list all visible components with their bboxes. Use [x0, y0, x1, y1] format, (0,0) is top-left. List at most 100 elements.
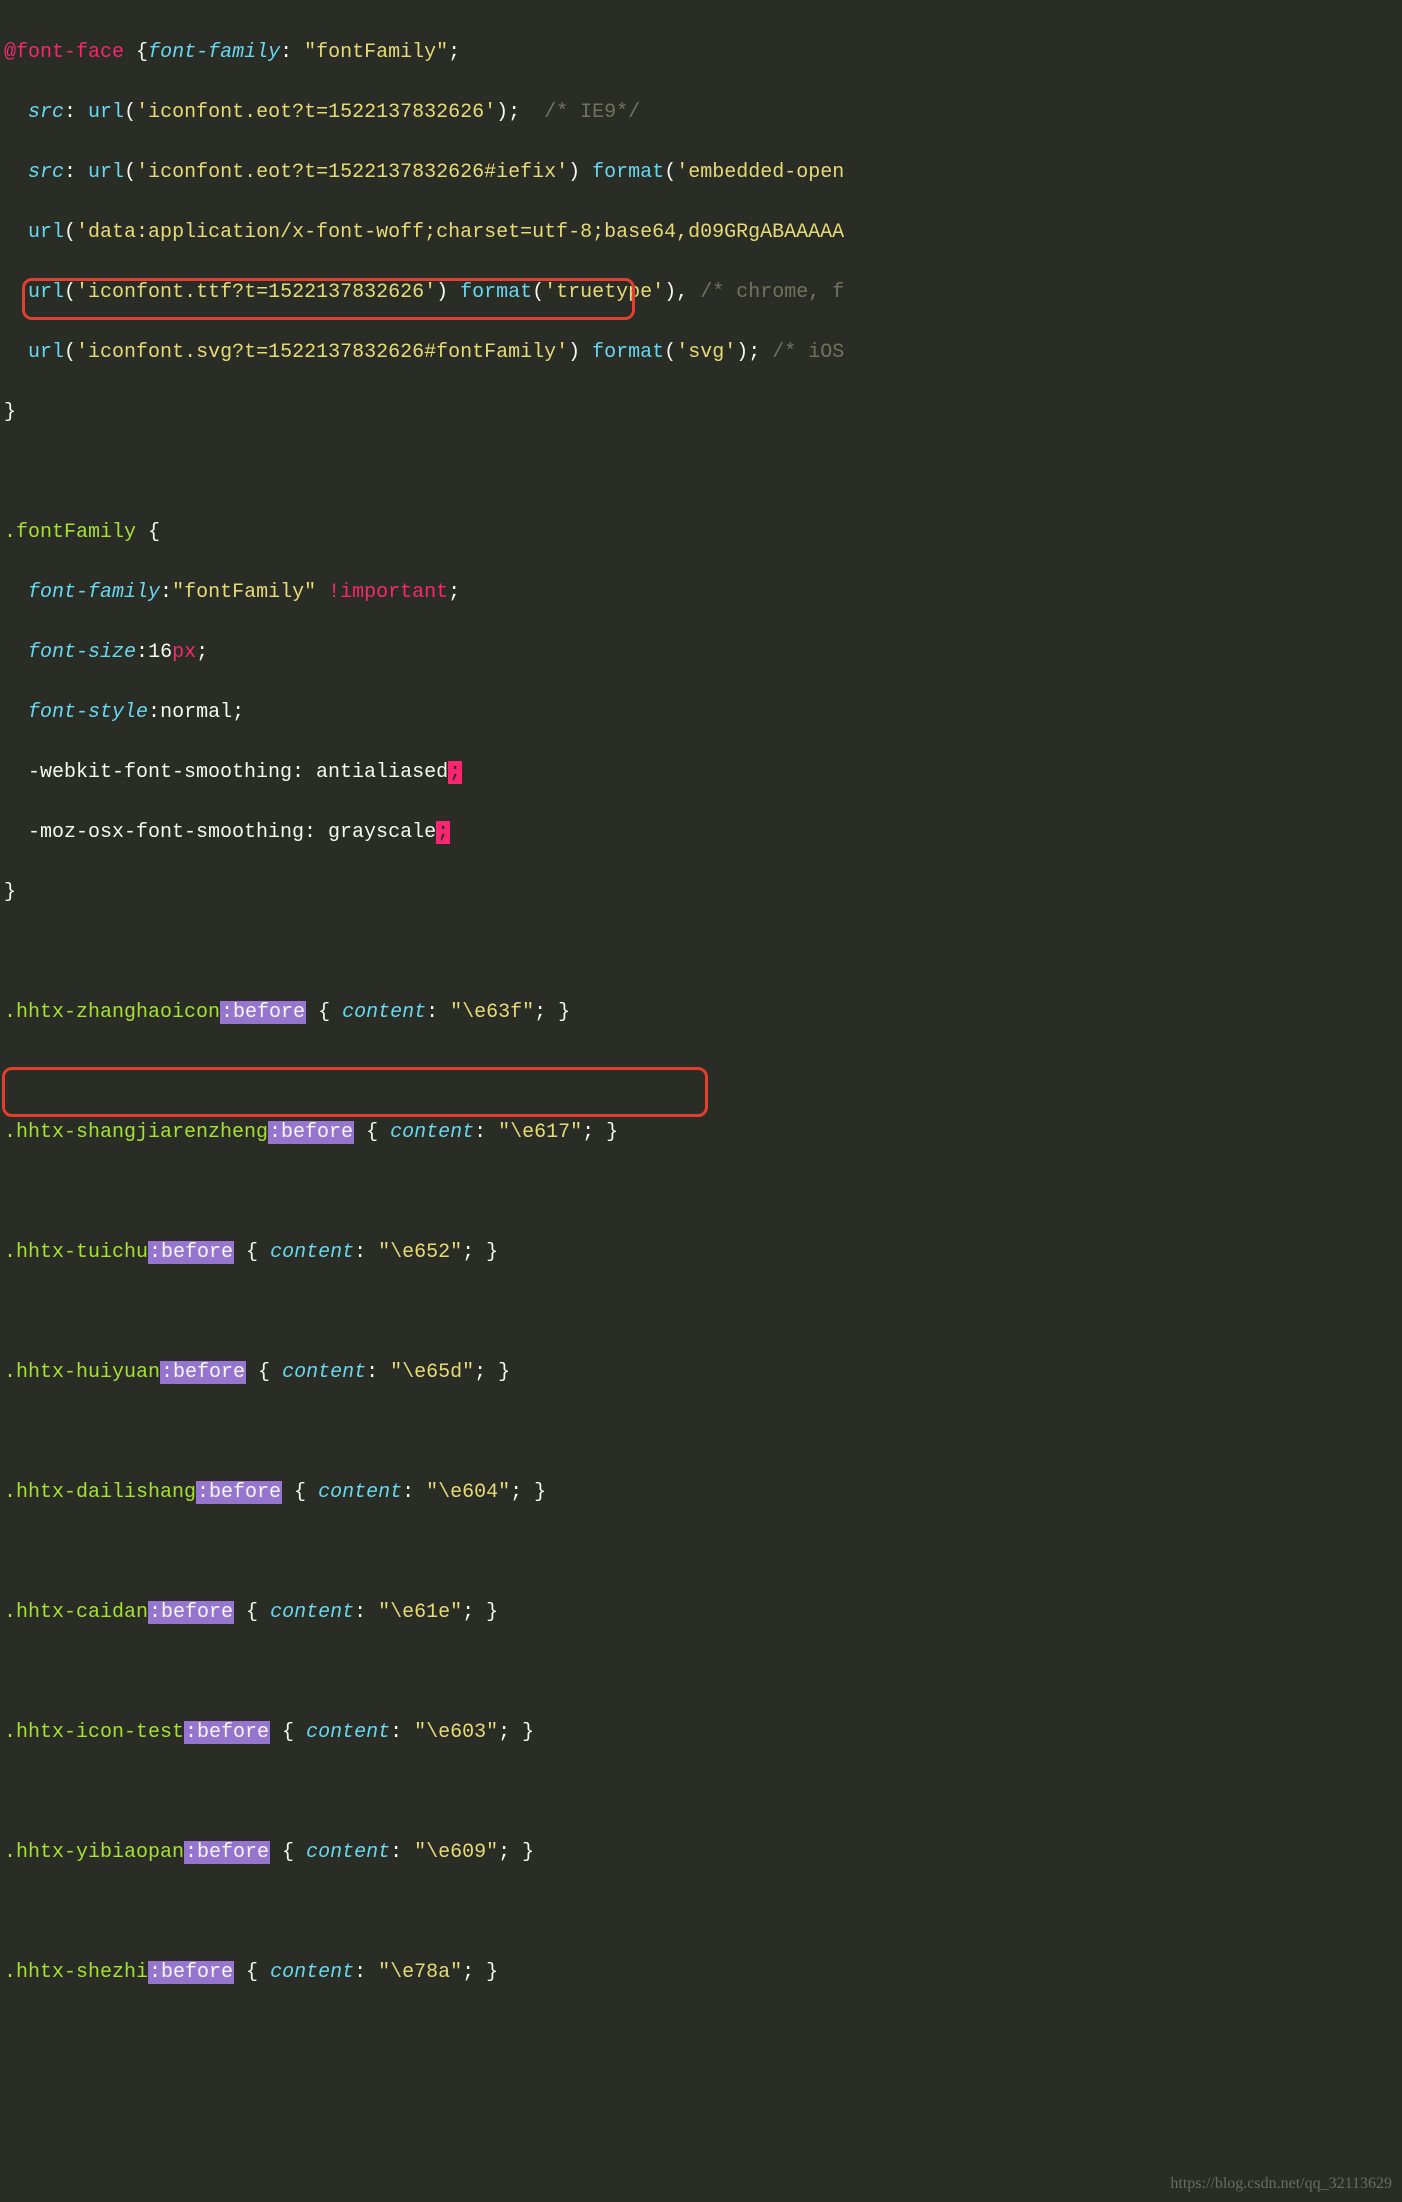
code-line: font-size:16px; [4, 638, 1398, 668]
css-property: font-family [148, 41, 280, 64]
code-line: src: url('iconfont.eot?t=1522137832626')… [4, 98, 1398, 128]
code-line: url('data:application/x-font-woff;charse… [4, 218, 1398, 248]
code-editor: @font-face {font-family: "fontFamily"; s… [0, 0, 1402, 2202]
code-line: url('iconfont.svg?t=1522137832626#fontFa… [4, 338, 1398, 368]
css-string: 'iconfont.eot?t=1522137832626' [136, 101, 496, 124]
pseudo-selector: :before [184, 1841, 270, 1864]
css-string: "fontFamily" [172, 581, 316, 604]
code-line: @font-face {font-family: "fontFamily"; [4, 38, 1398, 68]
css-function: url [28, 341, 64, 364]
css-string: 'embedded-open [676, 161, 844, 184]
css-selector: .hhtx-yibiaopan [4, 1841, 184, 1864]
css-string: "\e603" [414, 1721, 498, 1744]
blank-line [4, 1298, 1398, 1328]
code-line: } [4, 878, 1398, 908]
code-line: .hhtx-tuichu:before { content: "\e652"; … [4, 1238, 1398, 1268]
code-line: src: url('iconfont.eot?t=1522137832626#i… [4, 158, 1398, 188]
code-line: .hhtx-shangjiarenzheng:before { content:… [4, 1118, 1398, 1148]
css-comment: /* chrome, f [688, 281, 844, 304]
css-function: url [28, 221, 64, 244]
pseudo-selector: :before [196, 1481, 282, 1504]
css-property: font-size [28, 641, 136, 664]
code-line: .hhtx-shezhi:before { content: "\e78a"; … [4, 1958, 1398, 1988]
css-string: 'data:application/x-font-woff;charset=ut… [76, 221, 844, 244]
code-line: } [4, 398, 1398, 428]
css-comment: /* iOS [760, 341, 844, 364]
highlighted-semicolon: ; [448, 761, 462, 784]
watermark-text: https://blog.csdn.net/qq_32113629 [1170, 2172, 1392, 2196]
css-property: content [390, 1121, 474, 1144]
css-property: content [342, 1001, 426, 1024]
pseudo-selector: :before [148, 1961, 234, 1984]
blank-line [4, 1058, 1398, 1088]
pseudo-selector: :before [268, 1121, 354, 1144]
css-property: content [270, 1601, 354, 1624]
css-function: format [592, 341, 664, 364]
blank-line [4, 938, 1398, 968]
css-selector: .hhtx-icon-test [4, 1721, 184, 1744]
code-line: -moz-osx-font-smoothing: grayscale; [4, 818, 1398, 848]
code-line: .hhtx-huiyuan:before { content: "\e65d";… [4, 1358, 1398, 1388]
blank-line [4, 1538, 1398, 1568]
code-line: .fontFamily { [4, 518, 1398, 548]
css-selector: .fontFamily [4, 521, 136, 544]
at-rule-keyword: @font-face [4, 41, 124, 64]
css-property: src [28, 101, 64, 124]
pseudo-selector: :before [184, 1721, 270, 1744]
css-function: format [592, 161, 664, 184]
code-line: url('iconfont.ttf?t=1522137832626') form… [4, 278, 1398, 308]
css-string: 'iconfont.ttf?t=1522137832626' [76, 281, 436, 304]
css-property: src [28, 161, 64, 184]
css-string: 'iconfont.eot?t=1522137832626#iefix' [136, 161, 568, 184]
css-string: "fontFamily" [292, 41, 448, 64]
css-function: url [88, 161, 124, 184]
css-property: content [306, 1721, 390, 1744]
css-property: content [270, 1961, 354, 1984]
css-property: font-family [28, 581, 160, 604]
css-string: 'truetype' [544, 281, 664, 304]
css-string: 'svg' [676, 341, 736, 364]
code-line: .hhtx-dailishang:before { content: "\e60… [4, 1478, 1398, 1508]
blank-line [4, 458, 1398, 488]
code-line: font-family:"fontFamily" !important; [4, 578, 1398, 608]
css-string: "\e63f" [450, 1001, 534, 1024]
css-string: 'iconfont.svg?t=1522137832626#fontFamily… [76, 341, 568, 364]
pseudo-selector: :before [148, 1241, 234, 1264]
code-line: .hhtx-yibiaopan:before { content: "\e609… [4, 1838, 1398, 1868]
css-function: url [28, 281, 64, 304]
css-selector: .hhtx-huiyuan [4, 1361, 160, 1384]
css-property: content [318, 1481, 402, 1504]
code-line: .hhtx-caidan:before { content: "\e61e"; … [4, 1598, 1398, 1628]
css-selector: .hhtx-dailishang [4, 1481, 196, 1504]
highlighted-semicolon: ; [436, 821, 450, 844]
code-line: font-style:normal; [4, 698, 1398, 728]
css-property: content [282, 1361, 366, 1384]
css-unit: px [172, 641, 196, 664]
code-line: .hhtx-icon-test:before { content: "\e603… [4, 1718, 1398, 1748]
blank-line [4, 1418, 1398, 1448]
css-string: "\e61e" [378, 1601, 462, 1624]
css-function: url [88, 101, 124, 124]
css-selector: .hhtx-shangjiarenzheng [4, 1121, 268, 1144]
blank-line [4, 1178, 1398, 1208]
css-selector: .hhtx-caidan [4, 1601, 148, 1624]
css-string: "\e604" [426, 1481, 510, 1504]
css-comment: /* IE9*/ [532, 101, 640, 124]
css-property: font-style [28, 701, 148, 724]
pseudo-selector: :before [148, 1601, 234, 1624]
css-property: content [270, 1241, 354, 1264]
code-line: .hhtx-zhanghaoicon:before { content: "\e… [4, 998, 1398, 1028]
css-string: "\e617" [498, 1121, 582, 1144]
css-selector: .hhtx-shezhi [4, 1961, 148, 1984]
css-string: "\e609" [414, 1841, 498, 1864]
important-keyword: !important [328, 581, 448, 604]
blank-line [4, 1898, 1398, 1928]
css-selector: .hhtx-zhanghaoicon [4, 1001, 220, 1024]
css-string: "\e65d" [390, 1361, 474, 1384]
pseudo-selector: :before [220, 1001, 306, 1024]
css-selector: .hhtx-tuichu [4, 1241, 148, 1264]
blank-line [4, 1778, 1398, 1808]
css-property: content [306, 1841, 390, 1864]
css-string: "\e652" [378, 1241, 462, 1264]
blank-line [4, 1658, 1398, 1688]
